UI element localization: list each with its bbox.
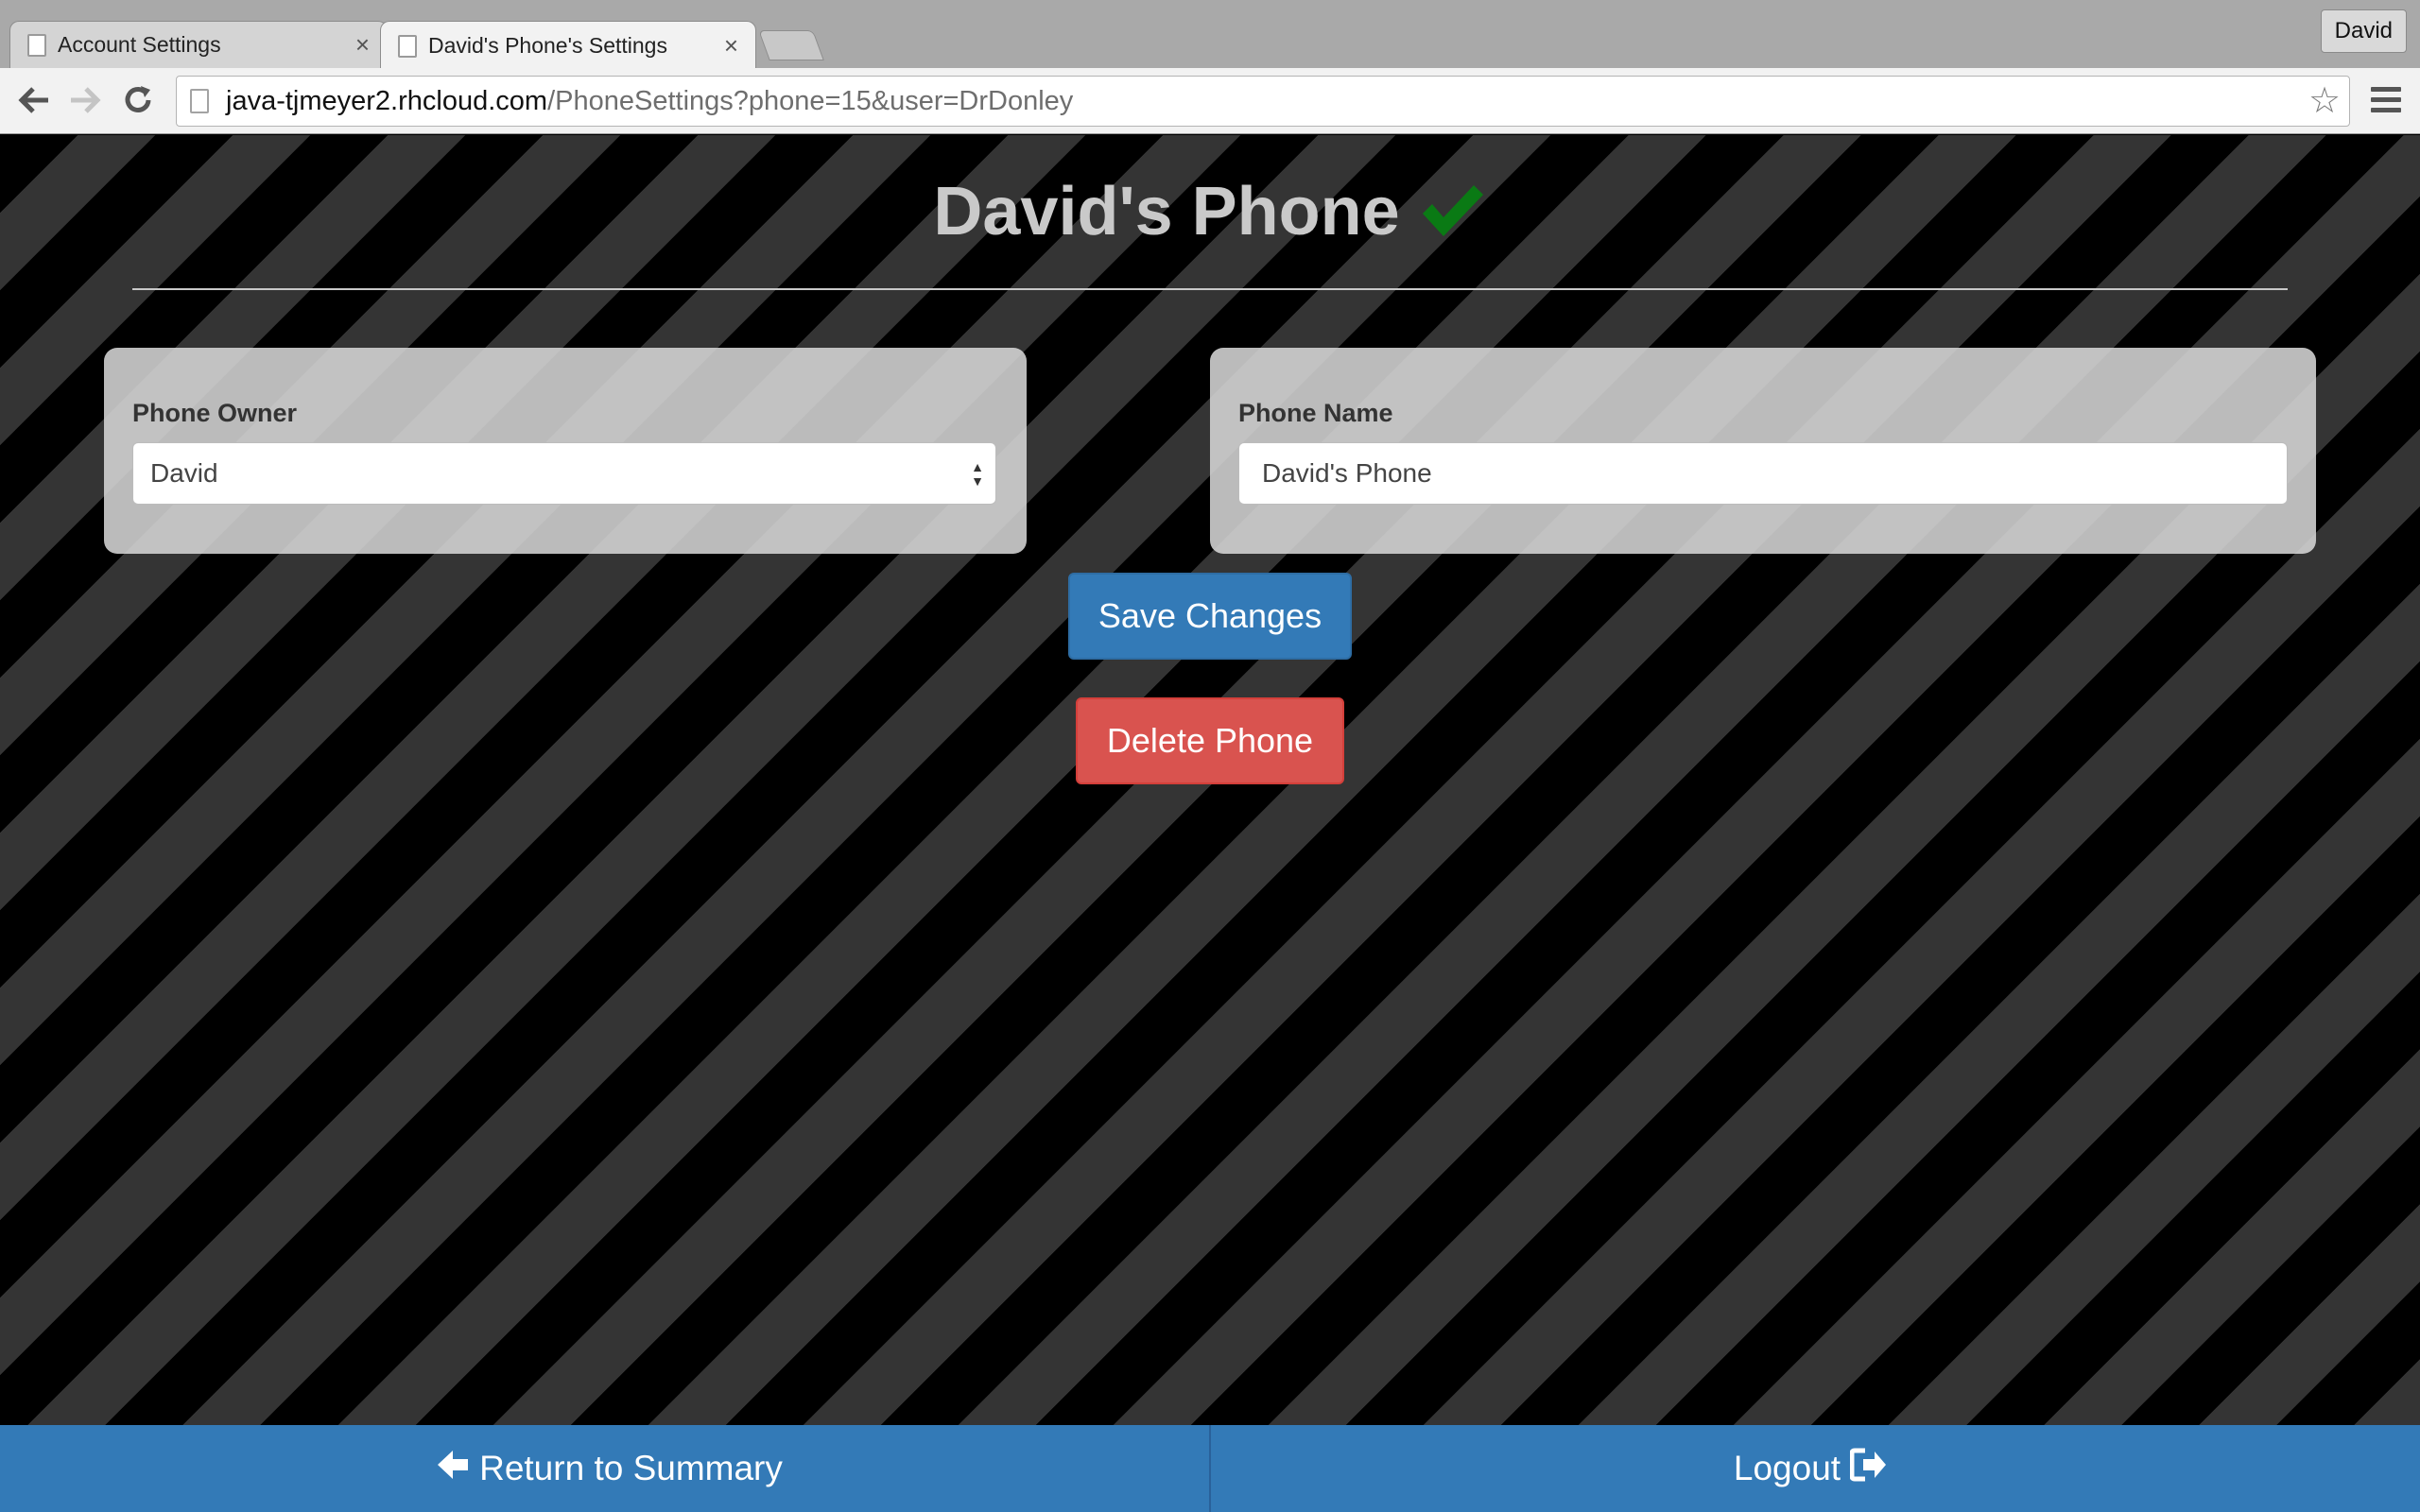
arrow-left-icon (426, 1449, 479, 1489)
footer-nav: Return to Summary Logout (0, 1425, 2420, 1512)
phone-owner-panel: Phone Owner David ▲ ▼ (104, 348, 1027, 554)
close-icon[interactable]: × (724, 31, 738, 60)
phone-title: David's Phone (933, 174, 1400, 249)
page-icon (190, 89, 209, 113)
return-to-summary-label: Return to Summary (479, 1449, 783, 1487)
tab-phone-settings[interactable]: David's Phone's Settings × (380, 21, 756, 70)
phone-name-label: Phone Name (1238, 399, 1393, 427)
url-path: /PhoneSettings?phone=15&user=DrDonley (547, 85, 1074, 116)
logout-icon (1841, 1448, 1897, 1490)
page-icon (27, 33, 46, 57)
page-title: David's Phone (0, 173, 2420, 256)
save-changes-button[interactable]: Save Changes (1068, 573, 1352, 660)
tab-label: Account Settings (58, 32, 221, 57)
page-body: David's Phone Phone Owner David ▲ ▼ Phone… (0, 135, 2420, 1512)
browser-tab-strip: Account Settings × David's Phone's Setti… (0, 0, 2420, 70)
new-tab-button[interactable] (758, 30, 824, 60)
url-host: java-tjmeyer2.rhcloud.com (226, 85, 548, 116)
page-icon (398, 34, 417, 58)
close-icon[interactable]: × (355, 30, 370, 60)
address-bar[interactable]: java-tjmeyer2.rhcloud.com/PhoneSettings?… (176, 76, 2350, 127)
profile-button[interactable]: David (2320, 9, 2407, 53)
back-arrow-icon[interactable] (15, 81, 53, 119)
checkmark-icon (1419, 179, 1487, 256)
bookmark-star-icon[interactable]: ☆ (2308, 79, 2341, 122)
phone-name-panel: Phone Name David's Phone (1210, 348, 2316, 554)
phone-owner-label: Phone Owner (132, 399, 298, 427)
delete-phone-button[interactable]: Delete Phone (1076, 697, 1344, 784)
phone-owner-select[interactable]: David ▲ ▼ (132, 442, 996, 505)
return-to-summary-button[interactable]: Return to Summary (0, 1425, 1211, 1512)
select-arrows-icon: ▲ ▼ (971, 459, 984, 489)
phone-name-input[interactable]: David's Phone (1238, 442, 2288, 505)
reload-icon[interactable] (119, 81, 157, 119)
browser-toolbar: java-tjmeyer2.rhcloud.com/PhoneSettings?… (0, 68, 2420, 134)
logout-label: Logout (1733, 1449, 1841, 1487)
forward-arrow-icon[interactable] (66, 81, 104, 119)
title-divider (132, 288, 2288, 290)
logout-button[interactable]: Logout (1211, 1425, 2420, 1512)
tab-account-settings[interactable]: Account Settings × (9, 21, 388, 68)
phone-owner-value: David (150, 458, 218, 488)
menu-icon[interactable] (2371, 87, 2401, 118)
tab-label: David's Phone's Settings (428, 33, 667, 58)
